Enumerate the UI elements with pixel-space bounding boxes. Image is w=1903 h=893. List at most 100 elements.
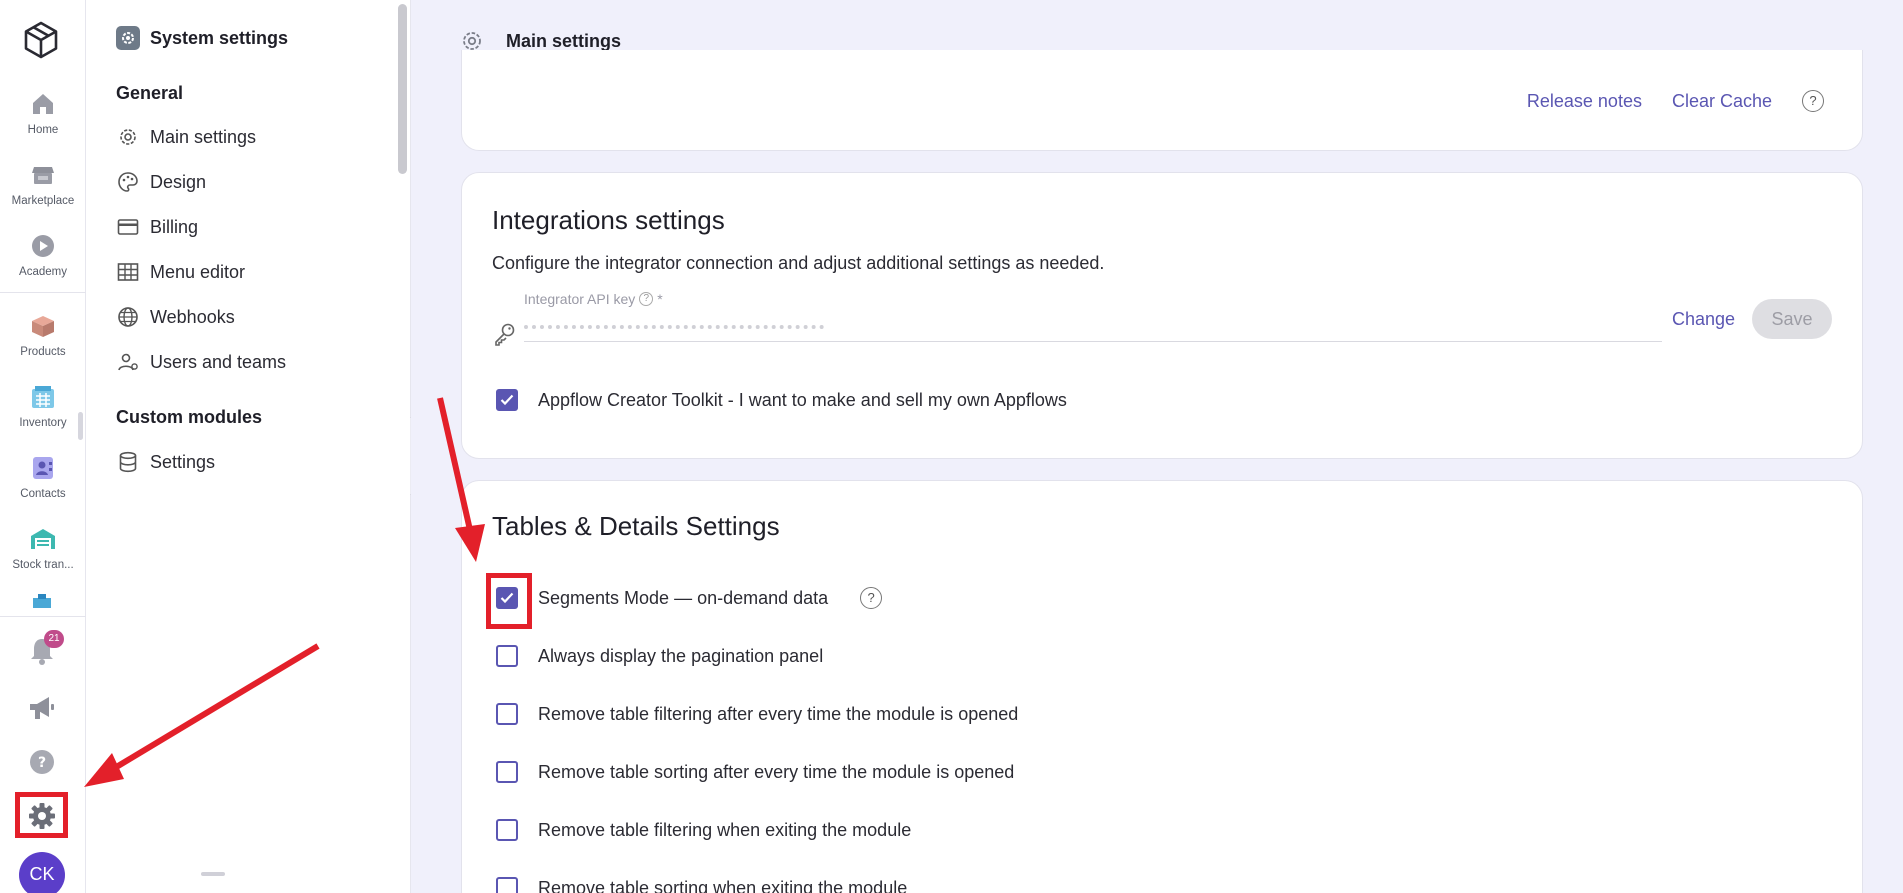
option-row[interactable]: Remove table filtering after every time … [496,703,1018,725]
play-icon [32,235,54,257]
remove-sorting-opened-checkbox[interactable] [496,761,518,783]
rail-divider [0,292,86,293]
checkmark-icon [500,592,514,604]
option-label: Remove table sorting after every time th… [538,761,1015,782]
pagination-panel-checkbox[interactable] [496,645,518,667]
sidebar-item-label: Design [150,171,207,192]
option-label: Segments Mode — on-demand data [538,587,829,608]
option-label: Remove table filtering when exiting the … [538,819,912,840]
option-row[interactable]: Remove table sorting when exiting the mo… [496,877,907,893]
sidebar-item-label: Users and teams [150,351,287,372]
gear-icon [120,129,136,145]
rail-item-label: Stock tran... [12,559,74,571]
rail-item-contacts[interactable]: Contacts [0,454,86,500]
help-icon[interactable]: ? [860,587,883,609]
toolkit-label: Appflow Creator Toolkit - I want to make… [538,389,1067,410]
main-content: Release notes Clear Cache ? Integrations… [411,50,1903,893]
database-icon [119,451,137,473]
option-label: Remove table filtering after every time … [538,703,1019,724]
avatar[interactable]: CK [19,852,65,893]
sidebar-item-main-settings[interactable]: Main settings [116,125,256,149]
card-icon [117,219,139,235]
option-row[interactable]: Always display the pagination panel [496,645,823,667]
gear-icon[interactable] [27,801,57,831]
contacts-icon [33,457,53,479]
remove-filtering-opened-checkbox[interactable] [496,703,518,725]
toolkit-checkbox[interactable] [496,389,518,411]
help-icon[interactable]: ? [28,748,56,776]
rail-item-products[interactable]: Products [0,312,86,358]
input-underline [524,341,1662,342]
rail-item-label: Academy [19,266,67,278]
clear-cache-link[interactable]: Clear Cache [1672,91,1772,112]
rail-item-home[interactable]: Home [0,90,86,136]
segments-mode-checkbox[interactable] [496,587,518,609]
home-icon [33,94,53,114]
palette-icon [118,172,138,192]
checkmark-icon [500,394,514,406]
sidebar-item-label: Menu editor [150,261,246,282]
rail-divider [0,616,86,617]
rail-item-label: Products [20,346,66,358]
svg-text:?: ? [38,755,46,771]
app-logo-icon[interactable] [21,20,61,60]
option-row[interactable]: Segments Mode — on-demand data ? [496,587,883,609]
sidebar-item-billing[interactable]: Billing [116,215,198,239]
page-title: Main settings [506,31,622,51]
users-icon [118,353,138,371]
remove-sorting-exit-checkbox[interactable] [496,877,518,893]
sidebar-item-label: Webhooks [150,306,235,327]
change-button[interactable]: Change [1672,309,1735,330]
api-key-label-text: Integrator API key [524,291,636,307]
sidebar-item-label: Billing [150,216,199,237]
option-label: Always display the pagination panel [538,645,824,666]
tables-title: Tables & Details Settings [492,511,780,541]
rail-item-stock-transfer[interactable]: Stock tran... [0,525,86,571]
save-button[interactable]: Save [1752,299,1832,339]
sidebar-item-users-and-teams[interactable]: Users and teams [116,350,286,374]
help-icon[interactable]: ? [1802,90,1824,112]
warehouse-icon [31,529,55,549]
rail-item-label: Inventory [19,417,67,429]
megaphone-icon[interactable] [27,694,57,722]
help-icon[interactable]: ? [639,292,654,306]
sidebar-item-menu-editor[interactable]: Menu editor [116,260,245,284]
rail-item-label: Home [27,124,59,136]
general-card: Release notes Clear Cache ? [461,50,1863,151]
option-row[interactable]: Remove table sorting after every time th… [496,761,1014,783]
sidebar-heading-general: General [116,83,184,103]
release-notes-link[interactable]: Release notes [1527,91,1642,112]
rail-scrollbar[interactable] [78,412,83,440]
rail-item-label: Contacts [20,488,66,500]
settings-sidebar: System settings General Main settings De… [86,0,411,893]
tables-details-card: Tables & Details Settings Segments Mode … [461,480,1863,893]
sidebar-item-design[interactable]: Design [116,170,206,194]
sidebar-scroll-indicator [201,872,225,876]
integrations-card: Integrations settings Configure the inte… [461,172,1863,459]
rail-item-inventory[interactable]: Inventory [0,383,86,429]
toolkit-checkbox-row[interactable]: Appflow Creator Toolkit - I want to make… [496,389,1067,411]
settings-badge-icon [116,26,140,50]
sidebar-item-label: Main settings [150,126,257,147]
sidebar-title: System settings [116,26,288,50]
sidebar-heading-custom-modules: Custom modules [116,407,263,427]
rail-next-item-icon[interactable] [29,594,55,608]
sidebar-title-text: System settings [150,27,289,48]
rail-item-academy[interactable]: Academy [0,232,86,278]
rail-item-marketplace[interactable]: Marketplace [0,161,86,207]
integrations-description: Configure the integrator connection and … [492,253,1105,273]
box-icon [32,316,54,337]
option-row[interactable]: Remove table filtering when exiting the … [496,819,911,841]
remove-filtering-exit-checkbox[interactable] [496,819,518,841]
required-marker: * [657,291,663,307]
sidebar-item-webhooks[interactable]: Webhooks [116,305,235,329]
notification-badge: 21 [44,630,64,648]
api-key-label: Integrator API key ? * [524,291,663,307]
api-key-masked-value [524,315,824,329]
option-label: Remove table sorting when exiting the mo… [538,877,908,893]
sidebar-scrollbar[interactable] [398,4,407,174]
sidebar-item-custom-settings[interactable]: Settings [116,450,215,474]
globe-icon [118,307,138,327]
api-key-field[interactable]: Integrator API key ? * Change Save [492,291,1834,353]
app-rail: Home Marketplace Academy Products Invent… [0,0,86,893]
